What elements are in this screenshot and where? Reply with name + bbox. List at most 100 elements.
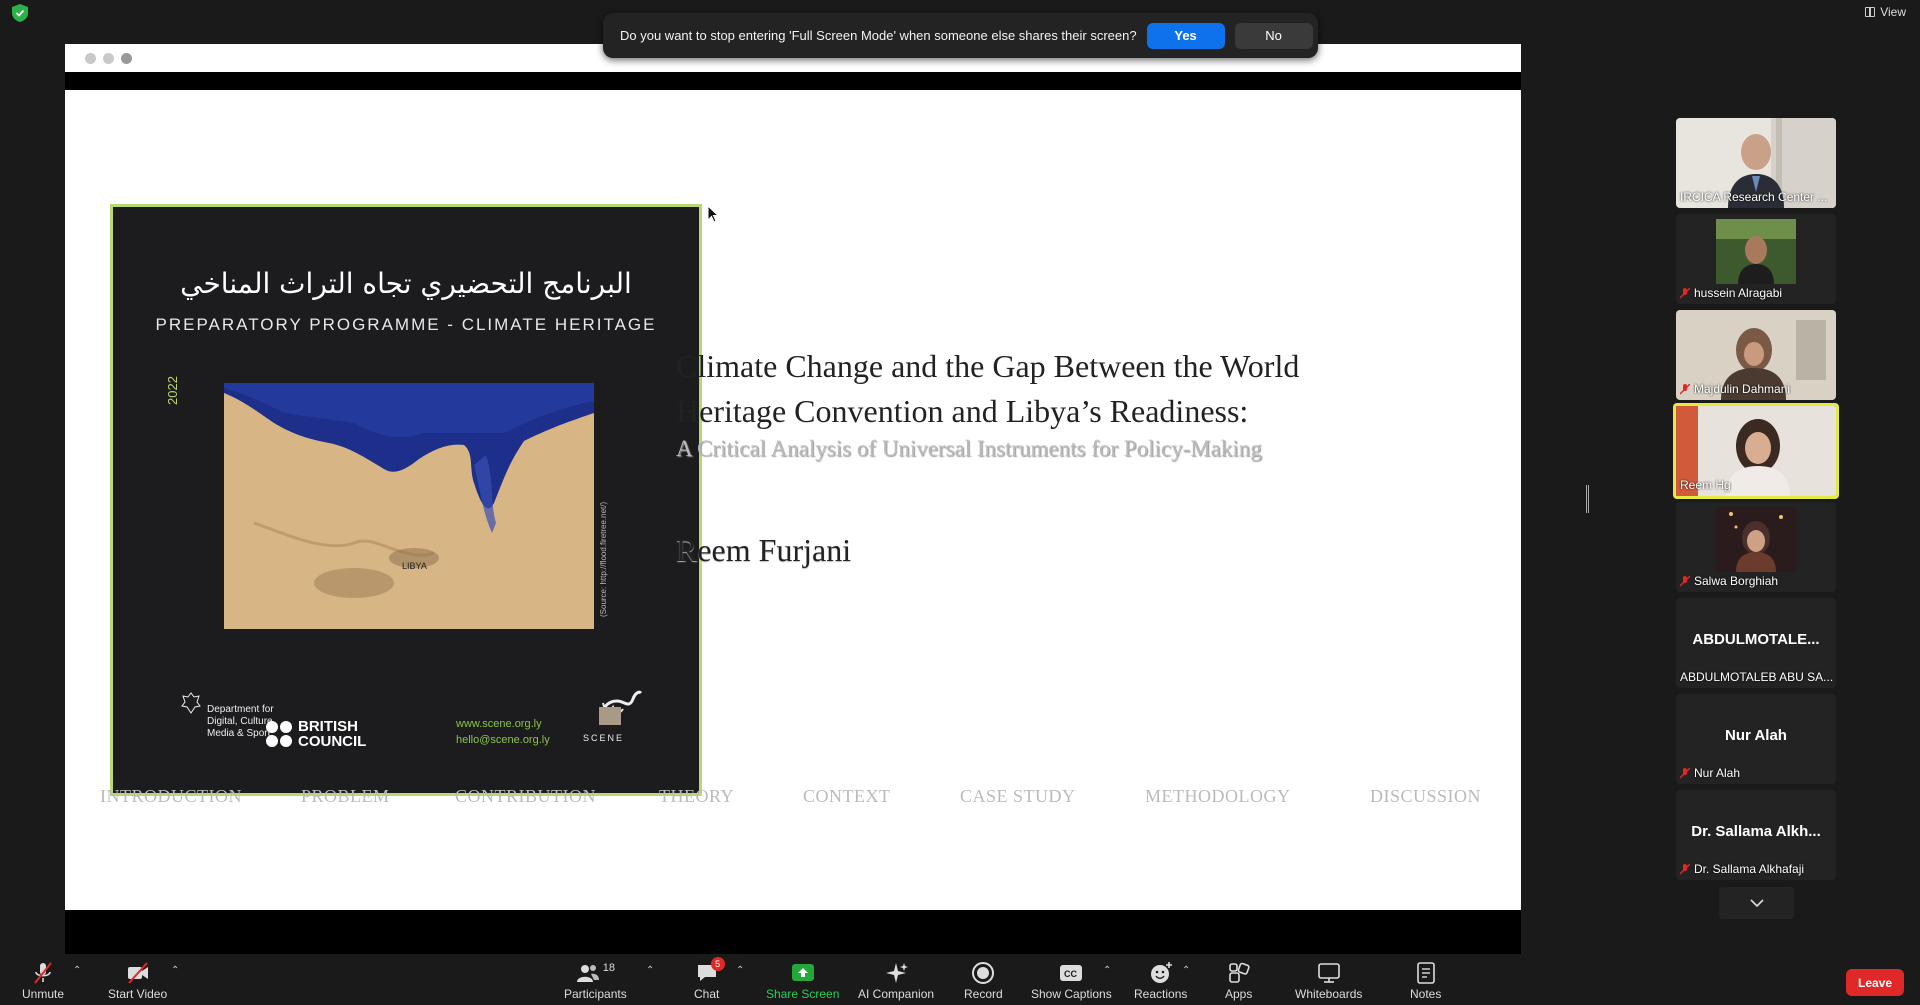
slide-nav-introduction[interactable]: INTRODUCTION bbox=[100, 786, 242, 807]
chat-options-caret-icon[interactable]: ⌃ bbox=[736, 965, 744, 976]
apps-icon bbox=[1228, 962, 1250, 983]
participant-display-name: Dr. Sallama Alkh... bbox=[1691, 823, 1821, 840]
notes-button[interactable]: Notes bbox=[1410, 961, 1441, 1001]
participants-options-caret-icon[interactable]: ⌃ bbox=[646, 965, 654, 976]
slide-title-line1: Climate Change and the Gap Between the W… bbox=[676, 348, 1300, 384]
slide-nav-discussion[interactable]: DISCUSSION bbox=[1370, 786, 1481, 807]
reactions-button[interactable]: Reactions bbox=[1134, 961, 1187, 1001]
slide-nav-contribution[interactable]: CONTRIBUTION bbox=[455, 786, 596, 807]
show-captions-label: Show Captions bbox=[1031, 987, 1112, 1001]
participant-name: Salwa Borghiah bbox=[1694, 574, 1779, 588]
scene-logo: SCENE bbox=[573, 687, 643, 747]
participant-tile[interactable]: Nur Alah Nur Alah bbox=[1676, 694, 1836, 784]
scene-mark-icon bbox=[599, 690, 643, 725]
slide-nav-context[interactable]: CONTEXT bbox=[803, 786, 891, 807]
slide-subtitle: A Critical Analysis of Universal Instrum… bbox=[676, 436, 1262, 461]
reactions-options-caret-icon[interactable]: ⌃ bbox=[1182, 965, 1190, 976]
captions-options-caret-icon[interactable]: ⌃ bbox=[1103, 965, 1111, 976]
participant-tile[interactable]: ABDULMOTALE... ABDULMOTALEB ABU SA... bbox=[1676, 598, 1836, 688]
participant-tile[interactable]: Dr. Sallama Alkh... Dr. Sallama Alkhafaj… bbox=[1676, 790, 1836, 880]
gallery-scroll-down-button[interactable] bbox=[1719, 887, 1794, 919]
slide-nav-problem[interactable]: PROBLEM bbox=[301, 786, 390, 807]
participants-icon bbox=[576, 965, 599, 982]
libya-map-image: LIBYA bbox=[224, 383, 594, 629]
ai-companion-sparkle-icon bbox=[886, 963, 909, 983]
slide-nav-theory[interactable]: THEORY bbox=[659, 786, 734, 807]
programme-poster: البرنامج التحضيري تجاه التراث المناخي PR… bbox=[110, 204, 702, 796]
whiteboards-label: Whiteboards bbox=[1295, 987, 1363, 1001]
poster-arabic-title: البرنامج التحضيري تجاه التراث المناخي bbox=[180, 267, 632, 300]
unmute-label: Unmute bbox=[22, 987, 65, 1001]
share-screen-label: Share Screen bbox=[766, 987, 840, 1001]
mic-muted-icon bbox=[34, 962, 52, 984]
map-libya-label: LIBYA bbox=[402, 561, 427, 571]
fullscreen-notification: Do you want to stop entering 'Full Scree… bbox=[603, 13, 1318, 58]
presentation-slide: البرنامج التحضيري تجاه التراث المناخي PR… bbox=[65, 90, 1521, 910]
participant-name: IRCICA Research Center ... bbox=[1680, 190, 1828, 204]
start-video-label: Start Video bbox=[108, 987, 168, 1001]
british-council-dots-icon bbox=[266, 721, 292, 747]
participant-name: Dr. Sallama Alkhafaji bbox=[1694, 862, 1805, 876]
royal-crest-icon bbox=[181, 692, 201, 714]
participant-tile[interactable]: Majdulin Dahmani bbox=[1676, 310, 1836, 400]
british-council-logo: BRITISH COUNCIL bbox=[266, 719, 366, 749]
chat-button[interactable]: 5 Chat bbox=[694, 957, 725, 1001]
scene-logo-word: SCENE bbox=[583, 733, 625, 743]
apps-button[interactable]: Apps bbox=[1225, 961, 1252, 1001]
dcms-line3: Media & Sport bbox=[207, 728, 271, 739]
whiteboards-button[interactable]: Whiteboards bbox=[1295, 961, 1362, 1001]
notification-yes-button[interactable]: Yes bbox=[1146, 22, 1225, 49]
british-council-line1: BRITISH bbox=[298, 718, 358, 735]
participants-count: 18 bbox=[602, 962, 615, 974]
window-dot-icon bbox=[121, 53, 132, 64]
unmute-button[interactable]: Unmute bbox=[22, 961, 64, 1001]
participant-tile-active-speaker[interactable]: Reem Hg bbox=[1673, 403, 1839, 499]
meeting-toolbar: Unmute ⌃ Start Video ⌃ 18 Participants ⌃… bbox=[0, 955, 1920, 1005]
slide-nav-methodology[interactable]: METHODOLOGY bbox=[1145, 786, 1290, 807]
audio-options-caret-icon[interactable]: ⌃ bbox=[73, 965, 81, 976]
participants-button[interactable]: 18 Participants bbox=[564, 961, 627, 1001]
chat-icon: 5 bbox=[695, 957, 725, 985]
mic-off-icon bbox=[1680, 863, 1690, 875]
apps-label: Apps bbox=[1225, 987, 1253, 1001]
participant-name: Nur Alah bbox=[1694, 766, 1741, 780]
participants-label: Participants bbox=[564, 987, 627, 1001]
share-screen-button[interactable]: Share Screen bbox=[766, 961, 839, 1001]
ai-companion-button[interactable]: AI Companion bbox=[858, 961, 934, 1001]
video-off-icon bbox=[127, 962, 148, 984]
panel-resize-handle[interactable] bbox=[1586, 485, 1589, 513]
whiteboard-icon bbox=[1317, 963, 1340, 983]
slide-author: Reem Furjani bbox=[676, 532, 852, 568]
start-video-button[interactable]: Start Video bbox=[108, 961, 167, 1001]
participant-display-name: Nur Alah bbox=[1725, 727, 1787, 744]
window-dot-icon bbox=[103, 53, 114, 64]
poster-website: www.scene.org.ly bbox=[456, 718, 542, 730]
shield-check-icon[interactable] bbox=[12, 4, 28, 22]
chat-label: Chat bbox=[694, 987, 720, 1001]
notification-message: Do you want to stop entering 'Full Scree… bbox=[620, 28, 1137, 43]
dcms-line1: Department for bbox=[207, 704, 274, 715]
view-button[interactable]: View bbox=[1865, 2, 1906, 22]
notification-no-button[interactable]: No bbox=[1234, 22, 1313, 49]
participant-tile[interactable]: IRCICA Research Center ... bbox=[1676, 118, 1836, 208]
notes-icon bbox=[1416, 962, 1435, 984]
slide-title-text: Climate Change and the Gap Between the W… bbox=[676, 344, 1396, 434]
window-dot-icon bbox=[85, 53, 96, 64]
slide-nav-case-study[interactable]: CASE STUDY bbox=[960, 786, 1076, 807]
share-screen-icon bbox=[791, 964, 814, 981]
participant-tile[interactable]: hussein Alragabi bbox=[1676, 214, 1836, 304]
poster-year: 2022 bbox=[165, 376, 180, 405]
show-captions-button[interactable]: CC Show Captions bbox=[1031, 961, 1112, 1001]
participant-tile[interactable]: Salwa Borghiah bbox=[1676, 502, 1836, 592]
record-label: Record bbox=[964, 987, 1003, 1001]
record-button[interactable]: Record bbox=[964, 961, 1003, 1001]
reactions-label: Reactions bbox=[1134, 987, 1188, 1001]
video-options-caret-icon[interactable]: ⌃ bbox=[171, 965, 179, 976]
dcms-line2: Digital, Culture bbox=[207, 716, 273, 727]
leave-button[interactable]: Leave bbox=[1846, 969, 1904, 996]
captions-cc-icon: CC bbox=[1060, 965, 1083, 981]
ai-companion-label: AI Companion bbox=[858, 987, 935, 1001]
poster-source-note: (Source: http://flood.firetree.net/) bbox=[599, 501, 608, 617]
mic-off-icon bbox=[1680, 287, 1690, 299]
participant-name: Reem Hg bbox=[1680, 478, 1731, 492]
